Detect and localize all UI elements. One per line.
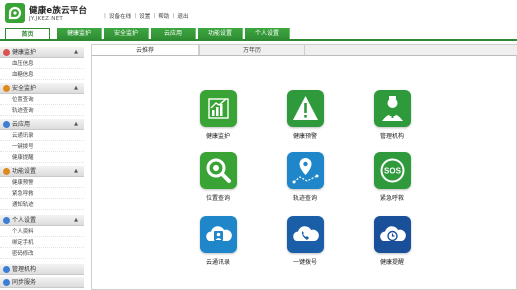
- tile-one-key-dial[interactable]: 一键拨号: [275, 216, 335, 271]
- top-link-device-online[interactable]: 设备在线: [109, 12, 131, 20]
- top-links: | 设备在线 | 设置 | 帮助 | 退出: [101, 12, 189, 20]
- tile-location[interactable]: 位置查询: [188, 152, 248, 207]
- tile-label: 健康预警: [292, 133, 317, 140]
- sidebar-item-one-key-dial[interactable]: 一键拨号: [0, 142, 84, 152]
- brand-subtitle: JY.JKEZ.NET: [29, 16, 64, 22]
- tile-label: 一键拨号: [292, 259, 317, 266]
- doctor-icon: [373, 90, 411, 127]
- sidebar-section-sync[interactable]: 同步服务: [0, 277, 84, 288]
- sidebar-section-management[interactable]: 管理机构: [0, 264, 84, 275]
- tile-label: 健康提醒: [379, 259, 404, 266]
- sidebar-item-change-password[interactable]: 密码修改: [0, 249, 84, 259]
- sidebar-section-label: 云应用: [12, 121, 31, 128]
- tile-health-monitor[interactable]: 健康监护: [188, 90, 248, 145]
- sidebar-item-profile[interactable]: 个人资料: [0, 227, 84, 237]
- tab-strip-fill: [305, 44, 517, 55]
- divider: |: [104, 13, 106, 19]
- sidebar-item-cloud-contacts[interactable]: 云通讯录: [0, 131, 84, 141]
- tile-track[interactable]: 轨迹查询: [275, 152, 335, 207]
- sidebar: 健康监护 ▲ 血压信息 血糖信息 安全监护 ▲ 位置查询 轨迹查询 云应用 ▲ …: [0, 44, 84, 290]
- tile-health-warning[interactable]: 健康预警: [275, 90, 335, 145]
- sidebar-item-health-warning[interactable]: 健康预警: [0, 178, 84, 188]
- top-link-settings[interactable]: 设置: [139, 12, 150, 20]
- tile-emergency-call[interactable]: SOS 紧急呼救: [362, 152, 422, 207]
- top-link-help[interactable]: 帮助: [158, 12, 169, 20]
- sync-icon: [3, 279, 10, 286]
- alarm-cloud-icon: [373, 216, 411, 253]
- sidebar-section-safety-monitor[interactable]: 安全监护 ▲: [0, 83, 84, 94]
- sidebar-item-blood-pressure[interactable]: 血压信息: [0, 59, 84, 69]
- nav-divider: [0, 39, 517, 41]
- tab-cloud-recommend[interactable]: 云推荐: [91, 44, 199, 55]
- tile-label: 位置查询: [205, 195, 230, 202]
- top-link-logout[interactable]: 退出: [177, 12, 188, 20]
- sidebar-section-personal-settings[interactable]: 个人设置 ▲: [0, 215, 84, 226]
- sidebar-section-label: 安全监护: [12, 85, 37, 92]
- chevron-up-icon: ▲: [74, 168, 78, 174]
- health-chart-icon: [199, 90, 237, 127]
- gear-icon: [3, 168, 10, 175]
- sidebar-section-health-monitor[interactable]: 健康监护 ▲: [0, 47, 84, 58]
- sidebar-section-function-settings[interactable]: 功能设置 ▲: [0, 166, 84, 177]
- warning-icon: [286, 90, 324, 127]
- sidebar-section-label: 功能设置: [12, 168, 37, 175]
- divider: |: [172, 13, 175, 19]
- tile-label: 管理机构: [379, 133, 404, 140]
- main-content: 云推荐 万年历 健康监护 健康预警 管理机构 位置查询 轨迹查询 SOS 紧急呼…: [86, 44, 517, 290]
- tile-label: 紧急呼救: [379, 195, 404, 202]
- sos-icon: SOS: [373, 152, 411, 189]
- sidebar-section-label: 健康监护: [12, 49, 37, 56]
- cloud-icon: [3, 121, 10, 128]
- sidebar-section-cloud-apps[interactable]: 云应用 ▲: [0, 119, 84, 130]
- chevron-up-icon: ▲: [74, 121, 78, 127]
- chevron-up-icon: ▲: [74, 49, 78, 55]
- building-icon: [3, 266, 10, 273]
- sidebar-item-blood-sugar[interactable]: 血糖信息: [0, 70, 84, 80]
- divider: |: [153, 13, 156, 19]
- heart-icon: [3, 49, 10, 56]
- shield-icon: [3, 85, 10, 92]
- chevron-up-icon: ▲: [74, 85, 78, 91]
- chevron-up-icon: ▲: [74, 217, 78, 223]
- header: 健康e族云平台 JY.JKEZ.NET | 设备在线 | 设置 | 帮助 | 退…: [0, 0, 517, 28]
- sidebar-section-label: 同步服务: [12, 279, 37, 286]
- sidebar-item-track[interactable]: 轨迹查询: [0, 106, 84, 116]
- svg-text:SOS: SOS: [384, 167, 402, 176]
- divider: |: [134, 13, 137, 19]
- logo-icon: [5, 3, 25, 23]
- sidebar-section-label: 管理机构: [12, 266, 37, 273]
- brand-title: 健康e族云平台: [29, 6, 88, 16]
- phone-cloud-icon: [286, 216, 324, 253]
- magnifier-icon: [199, 152, 237, 189]
- sidebar-item-emergency-call[interactable]: 紧急呼救: [0, 189, 84, 199]
- tile-cloud-contacts[interactable]: 云通讯录: [188, 216, 248, 271]
- sidebar-item-notify-track[interactable]: 通知轨迹: [0, 200, 84, 210]
- sidebar-item-health-reminder[interactable]: 健康提醒: [0, 153, 84, 163]
- tile-label: 健康监护: [205, 133, 230, 140]
- tile-label: 云通讯录: [205, 259, 230, 266]
- tab-calendar[interactable]: 万年历: [199, 44, 305, 55]
- user-icon: [3, 217, 10, 224]
- tile-health-reminder[interactable]: 健康提醒: [362, 216, 422, 271]
- sidebar-section-label: 个人设置: [12, 217, 37, 224]
- tile-management[interactable]: 管理机构: [362, 90, 422, 145]
- tile-label: 轨迹查询: [292, 195, 317, 202]
- sidebar-item-location[interactable]: 位置查询: [0, 95, 84, 105]
- contacts-cloud-icon: [199, 216, 237, 253]
- route-pin-icon: [286, 152, 324, 189]
- sidebar-item-bind-phone[interactable]: 绑定手机: [0, 238, 84, 248]
